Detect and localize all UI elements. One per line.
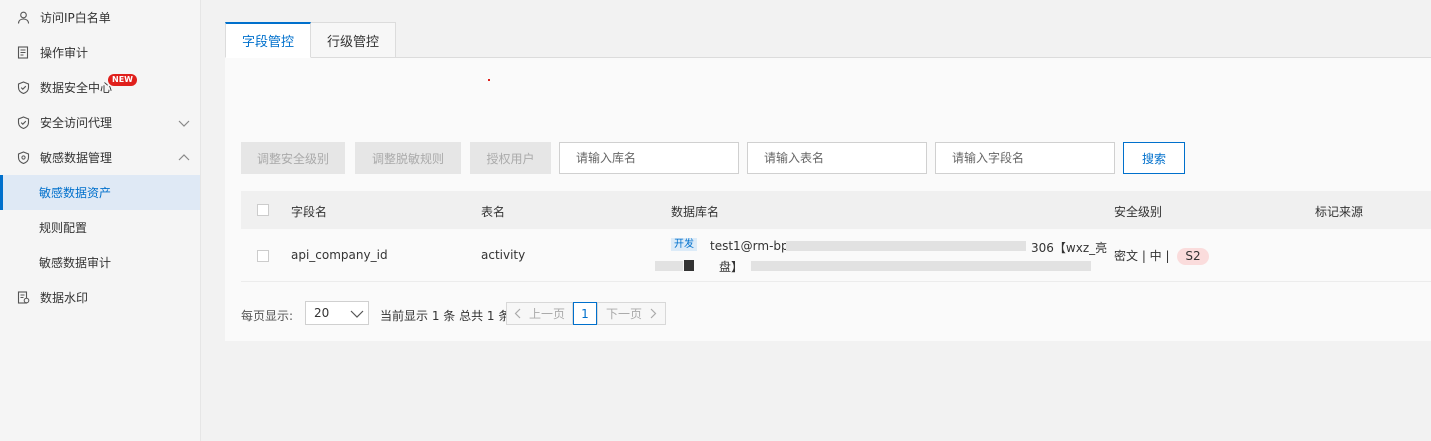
table-name-input[interactable] — [747, 142, 927, 174]
per-page-select[interactable]: 20 — [305, 301, 369, 325]
sidebar-item-label: 数据水印 — [40, 291, 89, 305]
chevron-up-icon[interactable] — [178, 152, 190, 162]
sidebar-item-sensitive-data-mgmt[interactable]: 敏感数据管理 — [0, 140, 200, 175]
sidebar-item-label: 敏感数据审计 — [39, 256, 112, 270]
chevron-right-icon — [650, 308, 657, 319]
security-level-badge: S2 — [1177, 248, 1209, 265]
column-header-mark-source: 标记来源 — [1315, 205, 1364, 219]
redacted-text — [655, 261, 683, 271]
sidebar-item-secure-access-proxy[interactable]: 安全访问代理 — [0, 105, 200, 140]
sidebar: 访问IP白名单 操作审计 数据安全中心 NEW 安全访问代理 敏感数据管理 敏感… — [0, 0, 201, 441]
database-name-input[interactable] — [559, 142, 739, 174]
prev-page-label: 上一页 — [528, 307, 565, 321]
decorative-dot — [488, 79, 490, 81]
sidebar-item-label: 数据安全中心 — [40, 81, 113, 95]
next-page-label: 下一页 — [605, 307, 642, 321]
column-header-table: 表名 — [481, 205, 506, 219]
column-header-field: 字段名 — [291, 205, 328, 219]
table-header: 字段名 表名 数据库名 安全级别 标记来源 — [241, 191, 1431, 229]
adjust-mask-rule-button[interactable]: 调整脱敏规则 — [355, 142, 461, 174]
sidebar-item-label: 访问IP白名单 — [40, 11, 111, 25]
content-card: 调整安全级别 调整脱敏规则 授权用户 搜索 字段名 表名 数据库名 安全级别 标… — [225, 57, 1431, 341]
per-page-label: 每页显示: — [241, 309, 294, 323]
chevron-down-icon — [350, 308, 364, 318]
tab-row-control[interactable]: 行级管控 — [310, 22, 397, 58]
security-level-cell: 密文 | 中 | S2 — [1114, 247, 1209, 265]
chevron-left-icon — [514, 308, 521, 319]
page-number-1[interactable]: 1 — [573, 302, 597, 325]
adjust-security-level-button[interactable]: 调整安全级别 — [241, 142, 345, 174]
sidebar-item-data-security-center[interactable]: 数据安全中心 NEW — [0, 70, 200, 105]
pagination-info: 当前显示 1 条 总共 1 条 — [380, 309, 511, 323]
select-all-checkbox[interactable] — [257, 204, 269, 216]
table-row: api_company_id activity 开发 test1@rm-bp1 … — [241, 229, 1431, 282]
field-name-cell: api_company_id — [291, 248, 388, 262]
chevron-down-icon[interactable] — [178, 117, 190, 127]
sidebar-item-label: 敏感数据管理 — [40, 151, 113, 165]
prev-page-button[interactable]: 上一页 — [506, 302, 573, 325]
main-content: 字段管控 行级管控 调整安全级别 调整脱敏规则 授权用户 搜索 字段名 表名 数… — [201, 0, 1431, 441]
user-icon — [16, 11, 30, 25]
sidebar-item-watermark[interactable]: 数据水印 — [0, 280, 200, 315]
next-page-button[interactable]: 下一页 — [597, 302, 666, 325]
per-page-value: 20 — [314, 306, 330, 320]
sidebar-item-audit[interactable]: 操作审计 — [0, 35, 200, 70]
sidebar-item-sensitive-audit[interactable]: 敏感数据审计 — [0, 245, 200, 280]
new-badge: NEW — [108, 74, 137, 86]
redacted-text — [684, 260, 694, 271]
database-name-prefix: test1@rm-bp1 — [710, 239, 797, 253]
grant-user-button[interactable]: 授权用户 — [470, 142, 551, 174]
column-header-security-level: 安全级别 — [1114, 205, 1163, 219]
shield-check-icon — [16, 116, 30, 130]
sidebar-item-rule-config[interactable]: 规则配置 — [0, 210, 200, 245]
sidebar-item-label: 敏感数据资产 — [39, 186, 112, 200]
shield-check-icon — [16, 81, 30, 95]
redacted-text — [751, 261, 1091, 271]
column-header-database: 数据库名 — [671, 205, 720, 219]
sidebar-item-label: 规则配置 — [39, 221, 88, 235]
env-tag: 开发 — [671, 238, 697, 251]
row-checkbox[interactable] — [257, 250, 269, 262]
sidebar-item-sensitive-assets[interactable]: 敏感数据资产 — [0, 175, 200, 210]
database-name-line2: 盘】 — [719, 260, 744, 274]
field-name-input[interactable] — [935, 142, 1115, 174]
eye-shield-icon — [16, 151, 30, 165]
search-button[interactable]: 搜索 — [1123, 142, 1185, 174]
table-name-cell: activity — [481, 248, 526, 262]
sidebar-item-label: 操作审计 — [40, 46, 89, 60]
tab-bar: 字段管控 行级管控 — [225, 22, 397, 58]
sidebar-item-ip-whitelist[interactable]: 访问IP白名单 — [0, 0, 200, 35]
security-level-text: 密文 | 中 | — [1114, 249, 1170, 263]
audit-log-icon — [16, 46, 30, 60]
tab-field-control[interactable]: 字段管控 — [225, 22, 312, 58]
database-name-suffix: 306【wxz_亮 — [1031, 241, 1108, 255]
watermark-icon — [16, 291, 30, 305]
redacted-text — [786, 241, 1026, 251]
sidebar-item-label: 安全访问代理 — [40, 116, 113, 130]
